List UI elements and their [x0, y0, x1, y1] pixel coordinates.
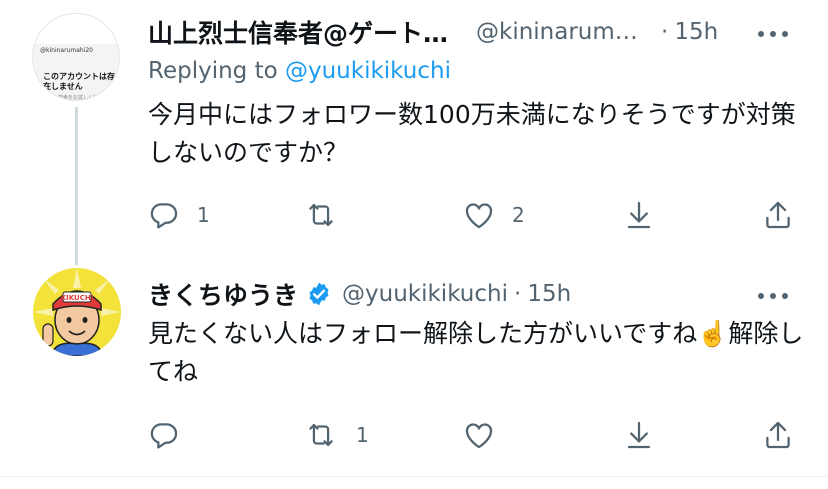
- retweet-icon: [309, 203, 333, 227]
- retweet-count: 1: [356, 423, 369, 447]
- avatar-header-area: [33, 14, 119, 44]
- share-icon: [766, 201, 790, 229]
- download-button[interactable]: [622, 415, 656, 455]
- timestamp[interactable]: 15h: [527, 281, 571, 307]
- heart-icon: [465, 203, 493, 229]
- avatar-subtext: ほかの検索をお試しください: [43, 95, 109, 101]
- display-name[interactable]: 山上烈士信奉者@ゲート…: [148, 14, 456, 50]
- reply-count: 1: [197, 203, 210, 227]
- user-handle[interactable]: @yuukikikuchi: [342, 281, 508, 307]
- retweet-button[interactable]: 1: [304, 415, 369, 455]
- retweet-button[interactable]: [304, 195, 356, 235]
- tweet-text: 今月中にはフォロワー数100万未満になりそうですが対策しないのですか？: [148, 100, 796, 167]
- download-button[interactable]: [622, 195, 656, 235]
- reply-button[interactable]: 1: [147, 195, 210, 235]
- like-count: 2: [512, 203, 525, 227]
- share-button[interactable]: [761, 195, 795, 235]
- timestamp[interactable]: 15h: [674, 19, 718, 45]
- tweet-actions: 1: [144, 415, 804, 455]
- replying-to-label: Replying to: [148, 58, 285, 84]
- download-icon: [627, 201, 651, 229]
- tweet-actions: 1 2: [144, 195, 804, 235]
- user-handle[interactable]: @kininarum…: [476, 19, 651, 45]
- more-icon[interactable]: [758, 291, 788, 301]
- share-icon: [766, 421, 790, 449]
- share-button[interactable]: [761, 415, 795, 455]
- verified-badge-icon: [309, 282, 329, 306]
- separator-dot: ·: [661, 19, 669, 45]
- reply-icon: [150, 203, 178, 229]
- avatar-handle-text: @kininarumahi20: [40, 47, 93, 54]
- reply-icon: [150, 423, 178, 449]
- tweet-header: 山上烈士信奉者@ゲート… @kininarum… · 15h: [148, 14, 718, 50]
- more-icon[interactable]: [758, 29, 788, 39]
- reply-button[interactable]: [147, 415, 197, 455]
- download-icon: [627, 421, 651, 449]
- avatar-message-text: このアカウントは存在しません: [43, 72, 115, 91]
- tweet-header: きくちゆうき @yuukikikuchi · 15h: [148, 276, 571, 312]
- heart-icon: [465, 423, 493, 449]
- avatar[interactable]: @kininarumahi20 このアカウントは存在しません ほかの検索をお試し…: [32, 13, 120, 101]
- avatar[interactable]: KIKUCHI: [33, 268, 121, 356]
- cartoon-avatar-illustration: KIKUCHI: [33, 268, 121, 356]
- retweet-icon: [309, 423, 333, 447]
- tweet-text: 見たくない人はフォロー解除した方がいいですね☝️解除してね: [148, 319, 804, 386]
- replying-to: Replying to @yuukikikuchi: [148, 58, 451, 84]
- display-name[interactable]: きくちゆうき: [148, 276, 298, 312]
- cap-logo-text: KIKUCHI: [61, 294, 94, 302]
- like-button[interactable]: 2: [462, 195, 525, 235]
- separator-dot: ·: [514, 281, 522, 307]
- thread-connector-line: [75, 107, 78, 265]
- like-button[interactable]: [462, 415, 512, 455]
- tweet-divider: [0, 476, 828, 477]
- replying-to-handle-link[interactable]: @yuukikikuchi: [285, 58, 451, 84]
- tweet-reply-kininarum[interactable]: @kininarumahi20 このアカウントは存在しません ほかの検索をお試し…: [0, 0, 828, 255]
